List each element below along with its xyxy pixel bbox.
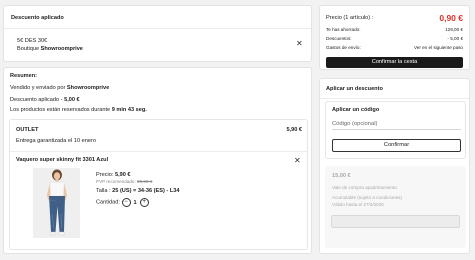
jeans-model-icon [33,168,80,238]
discount-value: 5,00 € [64,97,80,103]
quantity-minus-button[interactable]: − [121,198,131,207]
product-size-line: Talla : 25 (US) = 34-36 (ES) - L34 [96,188,179,194]
savings-row: Te has ahorrado: 129,00 € [326,27,463,32]
outlet-price: 5,90 € [286,127,302,133]
quantity-plus-button[interactable]: + [139,198,149,207]
sold-by-prefix: Vendido y enviado por [10,85,67,91]
total-price: 0,90 € [439,13,463,23]
price-summary-card: Precio (1 artículo) : 0,90 € Te has ahor… [319,5,470,70]
summary-title: Resumen: [10,73,38,79]
divider [320,98,469,99]
product-price: 5,90 € [114,172,131,178]
product-name: Vaquero super skinny fit 3301 Azul [16,157,109,163]
product-price-line: Precio: 5,90 € [96,172,131,178]
discount-prefix: Descuento aplicado - [10,97,65,103]
apply-voucher-button[interactable] [331,215,460,228]
quantity-value: 1 [133,199,137,206]
applied-discount-title: Descuento aplicado [11,15,64,21]
price-title: Precio (1 artículo) : [326,15,374,21]
divider [4,28,311,29]
voucher-conditions: Acumulable (sujeto a condiciones) [332,195,402,200]
voucher-box: 15,00 € Vale de compra apadrinamiento Ac… [325,166,466,248]
shipping-row: Gastos de envío: Ver en el siguiente pas… [326,45,463,50]
outlet-shipment-box: OUTLET 5,90 € Entrega garantizada el 10 … [9,119,308,250]
apply-discount-title: Aplicar un descuento [326,86,383,92]
shipping-value: Ver en el siguiente paso [413,45,463,50]
seller-name: Showroomprive [66,85,110,91]
price-label: Precio: [96,172,115,178]
voucher-amount: 15,00 € [332,173,351,179]
reservation-time: 9 min 43 seg. [111,107,147,113]
discount-code-name: 5€ DES 30€ [17,38,48,44]
shipping-label: Gastos de envío: [326,45,361,50]
applied-discount-card: Descuento aplicado 5€ DES 30€ Boutique S… [3,5,312,62]
discount-boutique: Boutique Showroomprive [17,46,83,52]
reservation-prefix: Los productos están reservados durante [10,107,112,113]
savings-value: 129,00 € [445,27,463,32]
boutique-name: Showroomprive [40,46,83,52]
discount-applied-line: Descuento aplicado - 5,00 € [10,97,80,103]
outlet-title: OUTLET [16,127,39,133]
order-summary-card: Resumen: Vendido y enviado por Showroomp… [3,67,312,254]
product-pvp-line: PVP recomendado: 69,90 € [96,179,152,184]
confirm-cart-button[interactable]: Confirmar la cesta [326,57,463,68]
divider [10,151,307,152]
product-image[interactable] [33,168,80,238]
quantity-label: Cantidad: [96,199,120,206]
delivery-date: Entrega garantizada el 10 enero [16,138,96,144]
apply-discount-card: Aplicar un descuento Aplicar un código C… [319,78,470,254]
remove-product-close-icon[interactable]: ✕ [294,157,301,165]
product-pvp: 69,90 € [137,179,153,184]
discounts-label: Descuentos: [326,36,352,41]
voucher-validity: Válido hasta el 27/3/2026 [332,202,384,207]
remove-discount-close-icon[interactable]: ✕ [296,40,303,48]
voucher-description: Vale de compra apadrinamiento [332,185,397,190]
size-label: Talla : [96,188,113,194]
discounts-value: - 5,00 € [447,36,463,41]
quantity-stepper: Cantidad: −1 + [96,198,149,207]
savings-label: Te has ahorrado: [326,27,361,32]
code-box-title: Aplicar un código [332,107,380,113]
discount-code-input[interactable] [332,118,461,130]
discount-code-box: Aplicar un código Confirmar [325,101,466,159]
pvp-label: PVP recomendado: [96,179,138,184]
sold-by-line: Vendido y enviado por Showroomprive [10,85,109,91]
product-size: 25 (US) = 34-36 (ES) - L34 [112,188,180,194]
confirm-code-button[interactable]: Confirmar [332,139,461,152]
discounts-row: Descuentos: - 5,00 € [326,36,463,41]
reservation-timer-line: Los productos están reservados durante 9… [10,107,147,113]
